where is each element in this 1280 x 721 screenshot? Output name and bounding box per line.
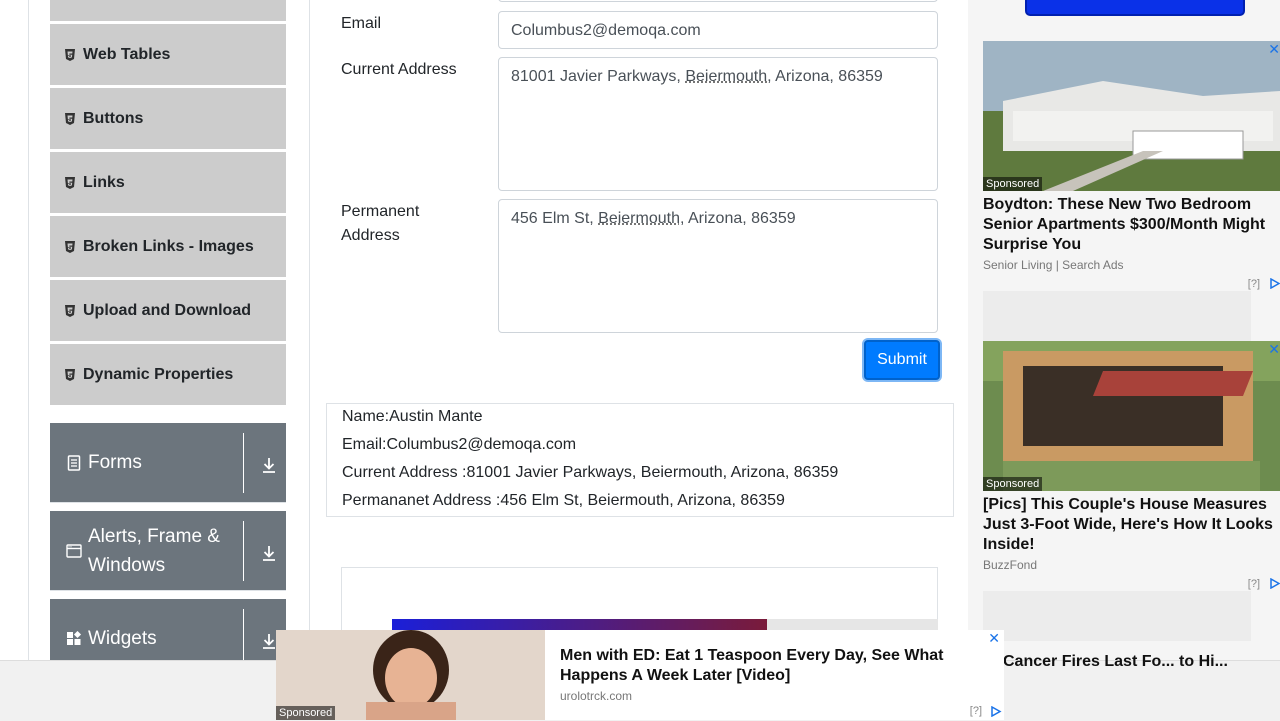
sidebar-item-previous[interactable] xyxy=(50,0,286,22)
html5-icon xyxy=(64,241,76,253)
bottom-sticky-ad[interactable]: Sponsored Men with ED: Eat 1 Teaspoon Ev… xyxy=(276,630,1004,720)
html5-icon xyxy=(64,369,76,381)
sponsored-badge: Sponsored xyxy=(983,477,1042,491)
address-text: , Arizona, 86359 xyxy=(767,68,883,85)
address-text: , Arizona, 86359 xyxy=(680,210,796,227)
sidebar-group-forms[interactable]: Forms xyxy=(50,423,286,503)
sidebar-item-dynamic-properties[interactable]: Dynamic Properties xyxy=(50,344,286,406)
ad-image-person[interactable]: Sponsored xyxy=(276,630,545,720)
permanent-address-label: Permanent Address xyxy=(341,200,451,248)
right-ad-column: Sponsored ✕ Boydton: These New Two Bedro… xyxy=(968,0,1280,660)
sidebar-item-links[interactable]: Links xyxy=(50,152,286,214)
address-text: 81001 Javier Parkways, xyxy=(511,68,685,85)
sidebar-item-label: Broken Links - Images xyxy=(83,238,254,256)
close-icon[interactable]: ✕ xyxy=(988,630,1000,647)
sidebar-group-label: Widgets xyxy=(88,624,157,653)
sidebar-item-broken-links[interactable]: Broken Links - Images xyxy=(50,216,286,278)
current-address-label: Current Address xyxy=(341,58,457,82)
divider xyxy=(243,433,244,493)
adchoices-icon[interactable] xyxy=(1270,578,1280,589)
ad-headline[interactable]: Men with ED: Eat 1 Teaspoon Every Day, S… xyxy=(560,646,980,686)
ad-headline-partial[interactable]: Cancer Fires Last Fo... to Hi... xyxy=(1003,653,1228,671)
submit-button[interactable]: Submit xyxy=(864,340,940,380)
sidebar: Web Tables Buttons Links Broken Links - … xyxy=(29,0,310,660)
sidebar-group-label: Alerts, Frame & Windows xyxy=(88,522,241,580)
ad-placeholder xyxy=(983,291,1251,341)
ad-placeholder xyxy=(983,591,1251,641)
email-label: Email xyxy=(341,12,381,36)
ad-source: Senior Living | Search Ads xyxy=(983,258,1124,272)
document-icon xyxy=(66,455,82,471)
ad-headline[interactable]: Boydton: These New Two Bedroom Senior Ap… xyxy=(983,195,1280,255)
window-icon xyxy=(66,543,82,559)
divider xyxy=(243,521,244,581)
download-icon[interactable] xyxy=(255,539,283,567)
adchoices-icon[interactable] xyxy=(990,706,1002,717)
sidebar-item-upload-download[interactable]: Upload and Download xyxy=(50,280,286,342)
address-city: Beiermouth xyxy=(598,210,680,227)
sponsored-badge: Sponsored xyxy=(276,706,335,720)
adchoices-icon[interactable] xyxy=(1270,278,1280,289)
close-icon[interactable]: ✕ xyxy=(1268,341,1280,358)
sidebar-item-label: Upload and Download xyxy=(83,302,251,320)
permanent-address-field[interactable]: 456 Elm St, Beiermouth, Arizona, 86359 xyxy=(498,199,938,333)
ad-cta-button[interactable] xyxy=(1025,0,1245,16)
ad-source: urolotrck.com xyxy=(560,689,632,703)
output-email: Email:Columbus2@demoqa.com xyxy=(342,433,576,457)
address-text: 456 Elm St, xyxy=(511,210,598,227)
sidebar-item-label: Web Tables xyxy=(83,46,170,64)
current-address-field[interactable]: 81001 Javier Parkways, Beiermouth, Arizo… xyxy=(498,57,938,191)
ad-image-apartments[interactable]: Sponsored xyxy=(983,41,1280,191)
address-city: Beiermouth xyxy=(685,68,767,85)
sidebar-item-label: Dynamic Properties xyxy=(83,366,233,384)
widgets-icon xyxy=(66,631,82,647)
ad-source: BuzzFond xyxy=(983,558,1037,572)
ad-image-house[interactable]: Sponsored xyxy=(983,341,1280,491)
html5-icon xyxy=(64,305,76,317)
sidebar-group-label: Forms xyxy=(88,448,142,477)
output-current-address: Current Address :81001 Javier Parkways, … xyxy=(342,461,838,485)
output-box: Name:Austin Mante Email:Columbus2@demoqa… xyxy=(326,403,954,517)
ad-help-link[interactable]: [?] xyxy=(970,705,982,717)
sidebar-item-web-tables[interactable]: Web Tables xyxy=(50,24,286,86)
previous-field[interactable] xyxy=(498,0,938,2)
sidebar-item-buttons[interactable]: Buttons xyxy=(50,88,286,150)
ad-headline[interactable]: [Pics] This Couple's House Measures Just… xyxy=(983,495,1280,555)
ad-help-link[interactable]: [?] xyxy=(1248,278,1260,290)
sponsored-badge: Sponsored xyxy=(983,177,1042,191)
output-name: Name:Austin Mante xyxy=(342,405,483,429)
html5-icon xyxy=(64,49,76,61)
close-icon[interactable]: ✕ xyxy=(1268,41,1280,58)
sidebar-item-label: Buttons xyxy=(83,110,143,128)
download-icon[interactable] xyxy=(255,451,283,479)
sidebar-group-alerts[interactable]: Alerts, Frame & Windows xyxy=(50,511,286,591)
html5-icon xyxy=(64,113,76,125)
email-field[interactable]: Columbus2@demoqa.com xyxy=(498,11,938,49)
html5-icon xyxy=(64,177,76,189)
left-gutter xyxy=(0,0,29,660)
sidebar-item-label: Links xyxy=(83,174,125,192)
main-content: Email Columbus2@demoqa.com Current Addre… xyxy=(310,0,968,660)
ad-help-link[interactable]: [?] xyxy=(1248,578,1260,590)
output-permanent-address: Permananet Address :456 Elm St, Beiermou… xyxy=(342,489,785,513)
